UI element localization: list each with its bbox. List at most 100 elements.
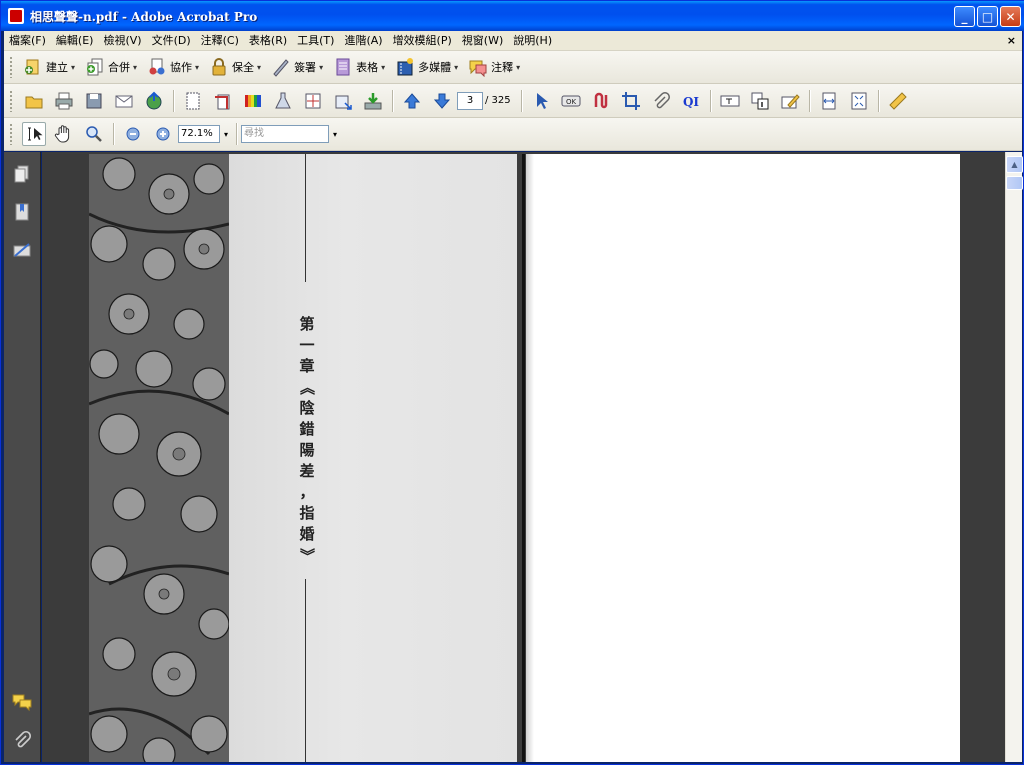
- menu-document[interactable]: 文件(D): [147, 31, 196, 51]
- collaborate-button[interactable]: 協作 ▾: [143, 54, 205, 80]
- zoom-level-input[interactable]: 72.1%: [178, 125, 220, 143]
- comments-panel-icon[interactable]: [12, 692, 32, 712]
- web-upload-button[interactable]: [142, 89, 166, 113]
- menu-view[interactable]: 檢視(V): [98, 31, 146, 51]
- select-object-button[interactable]: [529, 89, 553, 113]
- zoom-out-button[interactable]: [121, 122, 145, 146]
- menu-file[interactable]: 檔案(F): [4, 31, 51, 51]
- ok-button-icon: OK: [561, 95, 581, 106]
- crop-tool-button[interactable]: [211, 89, 235, 113]
- hand-icon: [54, 125, 70, 143]
- chapter-char: 《: [298, 379, 317, 396]
- text-field-icon: [720, 95, 740, 106]
- attach-button[interactable]: [649, 89, 673, 113]
- acrobat-app-icon[interactable]: [8, 8, 24, 24]
- zoom-tool-button[interactable]: [82, 122, 106, 146]
- maximize-button[interactable]: □: [977, 6, 998, 27]
- document-view[interactable]: 第 一 章 《 陰 錯 陽 差 ， 指 婚 》: [42, 152, 1005, 762]
- menu-comments[interactable]: 注釋(C): [196, 31, 244, 51]
- sign-button[interactable]: 簽署 ▾: [267, 54, 329, 80]
- chapter-char: 一: [299, 336, 315, 354]
- hand-tool-button[interactable]: [52, 122, 76, 146]
- chapter-char: 》: [298, 547, 317, 564]
- full-screen-button[interactable]: [847, 89, 871, 113]
- email-button[interactable]: [112, 89, 136, 113]
- toolbar-separator: [236, 123, 237, 145]
- button-tool[interactable]: OK: [559, 89, 583, 113]
- toolbar-separator: [173, 89, 174, 112]
- measure-button[interactable]: [886, 89, 910, 113]
- text-field-button[interactable]: [718, 89, 742, 113]
- preflight-button[interactable]: [271, 89, 295, 113]
- select-page-button[interactable]: [181, 89, 205, 113]
- forms-button[interactable]: 表格 ▾: [329, 54, 391, 80]
- menu-edit[interactable]: 編輯(E): [51, 31, 99, 51]
- fix-hairlines-button[interactable]: [301, 89, 325, 113]
- combine-button[interactable]: 合併 ▾: [81, 54, 143, 80]
- secure-button[interactable]: 保全 ▾: [205, 54, 267, 80]
- scroll-up-button[interactable]: ▲: [1006, 156, 1023, 173]
- chevron-down-icon: ▾: [319, 62, 324, 72]
- menu-plugins[interactable]: 增效模組(P): [388, 31, 457, 51]
- chapter-char: ，: [299, 483, 315, 501]
- previous-page-button[interactable]: [400, 89, 424, 113]
- flower-illustration: [89, 154, 229, 762]
- menu-forms[interactable]: 表格(R): [244, 31, 292, 51]
- toolbar-grip[interactable]: [9, 89, 13, 112]
- floppy-disk-icon: [86, 93, 102, 108]
- qi-button[interactable]: QI: [679, 89, 703, 113]
- fit-width-icon: [822, 92, 836, 109]
- bookmarks-icon[interactable]: [12, 202, 32, 222]
- toolbar-separator: [709, 89, 711, 112]
- toolbar-separator: [392, 89, 393, 112]
- page-number-input[interactable]: 3: [457, 91, 483, 110]
- save-button[interactable]: [82, 89, 106, 113]
- signatures-icon[interactable]: [12, 240, 32, 260]
- chevron-down-icon: ▾: [516, 62, 521, 72]
- edit-text-button[interactable]: [778, 89, 802, 113]
- fit-width-button[interactable]: [817, 89, 841, 113]
- window-title: 相思聲聲-n.pdf - Adobe Acrobat Pro: [30, 9, 258, 24]
- output-preview-button[interactable]: [241, 89, 265, 113]
- lock-icon: [212, 58, 226, 76]
- attachments-icon[interactable]: [12, 730, 32, 750]
- vertical-scrollbar[interactable]: ▲: [1005, 152, 1023, 762]
- collaborate-icon: [149, 58, 165, 75]
- close-button[interactable]: ✕: [1000, 6, 1021, 27]
- scroll-thumb[interactable]: [1006, 176, 1023, 190]
- toolbar-grip[interactable]: [9, 123, 13, 145]
- zoom-dropdown-icon[interactable]: ▾: [220, 125, 232, 143]
- next-page-button[interactable]: [430, 89, 454, 113]
- chapter-char: 章: [299, 357, 315, 375]
- find-dropdown-icon[interactable]: ▾: [329, 125, 341, 143]
- menu-window[interactable]: 視窗(W): [457, 31, 508, 51]
- document-close-icon[interactable]: ×: [1007, 34, 1016, 47]
- menu-help[interactable]: 說明(H): [508, 31, 557, 51]
- touchup-object-button[interactable]: [331, 89, 355, 113]
- pdf-page-left: 第 一 章 《 陰 錯 陽 差 ， 指 婚 》: [89, 154, 517, 762]
- export-button[interactable]: [361, 89, 385, 113]
- minimize-button[interactable]: _: [954, 6, 975, 27]
- text-box-button[interactable]: [748, 89, 772, 113]
- open-button[interactable]: [22, 89, 46, 113]
- chapter-char: 第: [299, 315, 315, 333]
- menu-advanced[interactable]: 進階(A): [339, 31, 387, 51]
- find-input[interactable]: 尋找: [241, 125, 329, 143]
- select-tool-button[interactable]: [22, 122, 46, 146]
- folder-icon: [25, 96, 43, 108]
- zoom-in-button[interactable]: [151, 122, 175, 146]
- crop-button[interactable]: [619, 89, 643, 113]
- pages-icon[interactable]: [12, 164, 32, 184]
- title-bar[interactable]: 相思聲聲-n.pdf - Adobe Acrobat Pro _ □ ✕: [1, 1, 1024, 31]
- page-paper: 第 一 章 《 陰 錯 陽 差 ， 指 婚 》: [229, 154, 517, 762]
- comment-button[interactable]: 注釋 ▾: [464, 54, 526, 80]
- create-button[interactable]: 建立 ▾: [19, 54, 81, 80]
- chevron-down-icon: ▾: [133, 62, 138, 72]
- multimedia-button[interactable]: 多媒體 ▾: [391, 54, 464, 80]
- divider-line-bottom: [305, 579, 306, 762]
- print-button[interactable]: [52, 89, 76, 113]
- chapter-char: 陽: [299, 441, 315, 459]
- toolbar-grip[interactable]: [9, 56, 13, 78]
- link-tool-button[interactable]: [589, 89, 613, 113]
- menu-tools[interactable]: 工具(T): [292, 31, 339, 51]
